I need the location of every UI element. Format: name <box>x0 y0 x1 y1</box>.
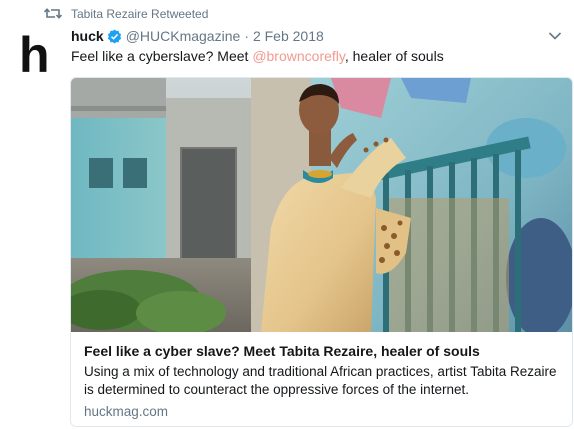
tweet-text-end: , healer of souls <box>344 48 444 64</box>
tweet-mention-link[interactable]: @browncorefly <box>252 48 345 64</box>
author-handle[interactable]: @HUCKmagazine <box>126 28 241 44</box>
tweet[interactable]: Tabita Rezaire Retweeted h huck @HUCKmag… <box>0 0 574 429</box>
link-card[interactable]: Feel like a cyber slave? Meet Tabita Rez… <box>70 77 573 427</box>
avatar-logo-text: h <box>20 32 50 74</box>
tweet-text-start: Feel like a cyberslave? Meet <box>71 48 253 64</box>
author-name[interactable]: huck <box>71 28 104 44</box>
card-domain[interactable]: huckmag.com <box>84 404 561 419</box>
retweet-label[interactable]: Tabita Rezaire Retweeted <box>71 7 208 21</box>
header-separator: · <box>244 28 249 44</box>
tweet-date[interactable]: 2 Feb 2018 <box>253 28 324 44</box>
card-title[interactable]: Feel like a cyber slave? Meet Tabita Rez… <box>84 342 561 360</box>
chevron-down-icon[interactable] <box>548 31 562 41</box>
retweet-context: Tabita Rezaire Retweeted <box>44 7 208 21</box>
avatar[interactable]: h <box>20 32 54 74</box>
retweet-icon <box>44 8 62 19</box>
verified-icon <box>107 28 121 44</box>
card-image[interactable] <box>71 78 573 332</box>
tweet-text: Feel like a cyberslave? Meet @browncoref… <box>71 48 444 64</box>
card-description: Using a mix of technology and traditiona… <box>84 364 557 397</box>
tweet-header: huck @HUCKmagazine · 2 Feb 2018 <box>71 28 324 44</box>
card-body: Feel like a cyber slave? Meet Tabita Rez… <box>71 332 572 426</box>
